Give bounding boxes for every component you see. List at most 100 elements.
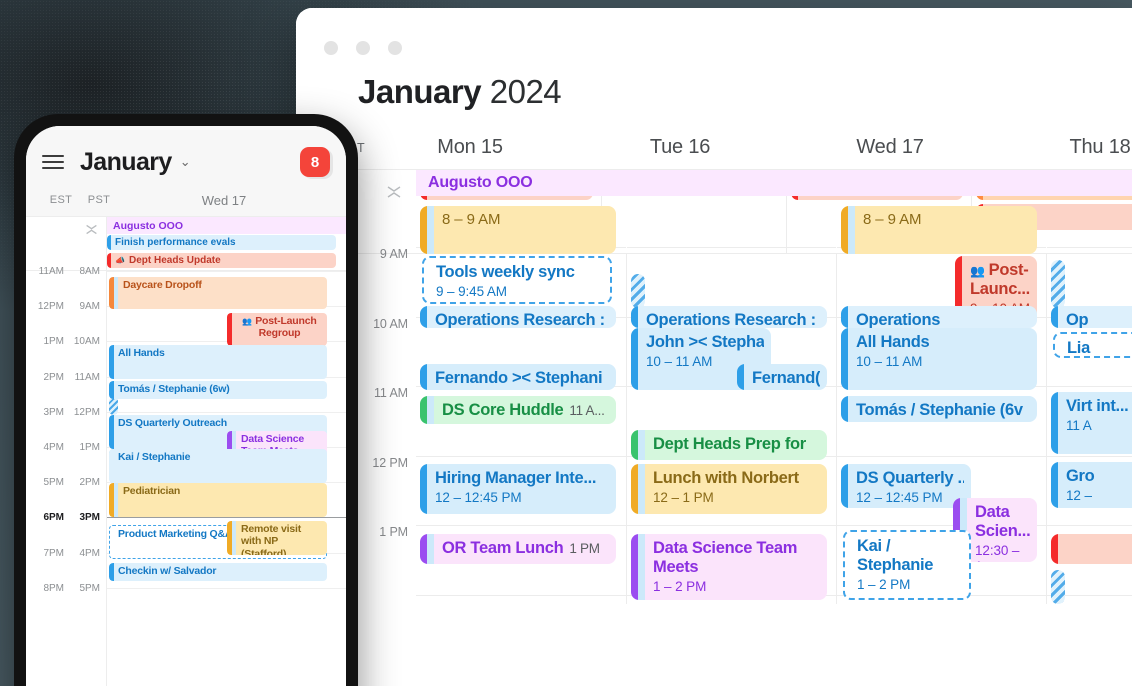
event-title: Dept Heads Prep for [653, 435, 806, 453]
collapse-icon[interactable] [386, 184, 402, 200]
event-title: All Hands [856, 333, 930, 351]
day-header-0[interactable]: Mon 15 [365, 136, 575, 159]
phone-screen: January ⌄ 8 EST PST Wed 17 Augusto OOO F… [26, 126, 346, 686]
phone-all-day-event[interactable]: 📣 Dept Heads Update [107, 253, 336, 268]
calendar-event[interactable]: Operations [841, 306, 1037, 328]
collapse-icon[interactable] [85, 223, 98, 236]
event-time: 11 A... [569, 403, 605, 418]
event-color-bar [420, 464, 427, 514]
close-icon[interactable] [324, 41, 338, 55]
event-color-bar [107, 235, 111, 250]
calendar-event[interactable]: Fernando >< Stephani [420, 364, 616, 390]
event-title: All Hands [118, 347, 165, 359]
calendar-event[interactable]: DS Quarterly ... 12 – 12:45 PM [841, 464, 971, 508]
phone-hour-label-est: 1PM [43, 336, 64, 348]
phone-calendar-event[interactable]: 👥 Post-Launch Regroup [227, 313, 327, 346]
calendar-event[interactable]: Tomás / Stephanie (6v [841, 396, 1037, 422]
tentative-event-stripe[interactable] [631, 274, 645, 308]
tentative-event-stripe[interactable] [1051, 570, 1065, 604]
hour-line [627, 247, 836, 248]
event-color-bar [841, 396, 848, 422]
phone-all-day-columns: Augusto OOO Finish performance evals 📣 Dep… [106, 217, 346, 270]
phone-calendar-event[interactable]: Remote visit with NP (Stafford) [227, 521, 327, 555]
phone-ooo-banner[interactable]: Augusto OOO [107, 217, 346, 234]
notification-badge[interactable]: 8 [300, 147, 330, 177]
phone-hour-label-est: 5PM [43, 477, 64, 489]
calendar-event[interactable]: Hiring Manager Inte... 12 – 12:45 PM [420, 464, 616, 514]
hamburger-icon[interactable] [42, 155, 64, 169]
calendar-event[interactable]: Op [1051, 306, 1132, 328]
phone-ooo-label: Augusto OOO [113, 219, 183, 232]
event-color-bar [631, 306, 638, 328]
calendar-event[interactable]: Tools weekly sync 9 – 9:45 AM [422, 256, 612, 304]
phone-calendar-event[interactable]: Checkin w/ Salvador [109, 563, 327, 581]
calendar-event[interactable]: Dept Heads Prep for [631, 430, 827, 460]
phone-hour-label-pst: 5PM [79, 582, 100, 594]
event-time: 8 – 9 AM [442, 211, 501, 228]
event-title: DS Core Huddle 11 A... [442, 401, 605, 419]
calendar-event[interactable]: Virt int... 11 A [1051, 392, 1132, 454]
tentative-event-stripe[interactable] [1051, 260, 1065, 308]
calendar-event[interactable]: 8 – 9 AM [420, 206, 616, 254]
day-header-list: Mon 15 Tue 16 Wed 17 Thu 18 [365, 136, 1132, 159]
calendar-event[interactable]: Data Science Team Meets 1 – 2 PM [631, 534, 827, 600]
day-column-1[interactable]: Operations Research : John >< Stephanie .… [626, 247, 836, 604]
ooo-banner[interactable]: Augusto OOO [416, 170, 1132, 196]
phone-time-gutter: 11AM 8AM 12PM 9AM 1PM 10AM 2PM 11AM 3PM 12PM 4PM 1P… [26, 266, 106, 686]
day-column-0[interactable]: 8 – 9 AM Tools weekly sync 9 – 9:45 AM Oper… [416, 206, 626, 604]
phone-calendar-event[interactable]: Tomás / Stephanie (6w) [109, 381, 327, 399]
phone-hour-label-est: 8PM [43, 582, 64, 594]
hour-line [1047, 386, 1132, 387]
event-title: 👥 Post-Launc... [970, 261, 1030, 299]
current-time-line [107, 517, 346, 519]
phone-calendar-event[interactable]: Pediatrician [109, 483, 327, 517]
event-color-bar [1051, 306, 1058, 328]
phone-hour-label-est: 3PM [43, 406, 64, 418]
calendar-event[interactable]: 8 – 9 AM [841, 206, 1037, 254]
calendar-event[interactable]: All Hands 10 – 11 AM [841, 328, 1037, 390]
calendar-event[interactable]: Gro 12 – [1051, 462, 1132, 508]
time-grid: 12 PM9 AM1 PM10 AM2 PM11 AM3 PM12 PM4 PM… [296, 206, 1132, 604]
phone-timezone-est: EST [49, 194, 73, 206]
chevron-down-icon[interactable]: ⌄ [180, 154, 191, 170]
event-color-bar [737, 364, 744, 390]
calendar-event[interactable]: OR Team Lunch 1 PM [420, 534, 616, 564]
event-title: Daycare Dropoff [123, 279, 202, 291]
phone-hour-label-pst: 9AM [79, 301, 100, 313]
calendar-event[interactable]: Lia [1053, 332, 1132, 358]
day-header-3[interactable]: Thu 18 [995, 136, 1132, 159]
calendar-event[interactable]: Kai / Stephanie 1 – 2 PM [843, 530, 971, 600]
event-color-bar [109, 381, 114, 399]
calendar-event[interactable] [1051, 534, 1132, 564]
window-titlebar [296, 8, 1132, 72]
event-color-bar [420, 206, 427, 254]
minimize-icon[interactable] [356, 41, 370, 55]
calendar-event[interactable]: Fernand( [737, 364, 827, 390]
day-header-1[interactable]: Tue 16 [575, 136, 785, 159]
phone-hour-label-est: 2PM [43, 371, 64, 383]
month-label: January [358, 73, 482, 110]
event-title: Pediatrician [123, 485, 181, 497]
event-title: Data Scien... [975, 503, 1030, 541]
event-time: 9 – 9:45 AM [436, 284, 507, 300]
phone-all-day-event[interactable]: Finish performance evals [107, 235, 336, 250]
day-header-2[interactable]: Wed 17 [785, 136, 995, 159]
calendar-event[interactable]: Operations Research : [631, 306, 827, 328]
hour-line [416, 455, 626, 457]
window-controls[interactable] [324, 41, 402, 55]
hour-label-pst: 11 AM [373, 386, 408, 400]
phone-calendar-event[interactable]: Daycare Dropoff [109, 277, 327, 309]
calendar-event[interactable]: Operations Research : [420, 306, 616, 328]
event-title: Tools weekly sync [436, 263, 575, 281]
calendar-event[interactable]: DS Core Huddle 11 A... [420, 396, 616, 424]
calendar-event[interactable]: Lunch with Norbert 12 – 1 PM [631, 464, 827, 514]
event-secondary-bar [638, 430, 645, 460]
zoom-icon[interactable] [388, 41, 402, 55]
event-title: Lunch with Norbert [653, 469, 799, 487]
phone-calendar-event[interactable]: All Hands [109, 345, 327, 379]
event-title: DS Quarterly ... [856, 469, 964, 487]
phone-calendar-event[interactable]: Kai / Stephanie [109, 449, 327, 483]
day-column-2[interactable]: 8 – 9 AM👥Post-Launc...9 – 10 AMOperation… [836, 206, 1046, 604]
day-column-3[interactable]: Op Lia Virt int... 11 A Gro 12 – [1046, 247, 1132, 604]
tentative-event-stripe[interactable] [109, 397, 118, 415]
